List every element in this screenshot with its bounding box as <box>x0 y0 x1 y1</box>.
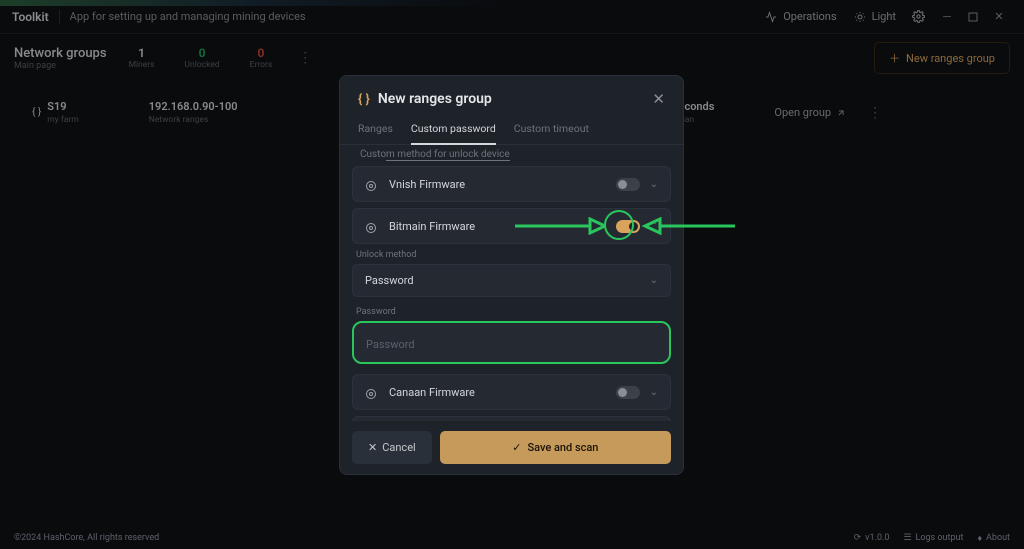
section-label: Custom method for unlock device <box>352 145 671 166</box>
braces-icon: { } <box>358 92 370 107</box>
chevron-down-icon: ⌄ <box>650 275 658 286</box>
chevron-up-icon[interactable]: ⌃ <box>650 221 658 232</box>
password-label: Password <box>356 307 667 317</box>
toggle-canaan[interactable] <box>616 386 640 399</box>
footer: ©2024 HashCore, All rights reserved ⟳ v1… <box>0 527 1024 549</box>
gear-icon <box>365 219 379 233</box>
save-label: Save and scan <box>527 441 598 454</box>
copyright: ©2024 HashCore, All rights reserved <box>14 533 159 543</box>
firmware-row-vnish[interactable]: Vnish Firmware ⌄ <box>352 166 671 202</box>
close-icon: ✕ <box>368 441 377 454</box>
chevron-down-icon[interactable]: ⌄ <box>650 387 658 398</box>
toggle-vnish[interactable] <box>616 178 640 191</box>
modal-close-button[interactable]: ✕ <box>652 90 665 108</box>
version-label: ⟳ v1.0.0 <box>854 533 890 543</box>
firmware-name: Vnish Firmware <box>389 178 606 191</box>
firmware-row-bitmain[interactable]: Bitmain Firmware ⌃ <box>352 208 671 244</box>
check-icon: ✓ <box>512 441 521 454</box>
modal-title: New ranges group <box>378 91 645 107</box>
gear-icon <box>365 385 379 399</box>
firmware-row-canaan[interactable]: Canaan Firmware ⌄ <box>352 374 671 410</box>
save-and-scan-button[interactable]: ✓ Save and scan <box>440 431 671 464</box>
firmware-name: Bitmain Firmware <box>389 220 606 233</box>
password-input-wrapper <box>352 321 671 364</box>
unlock-method-label: Unlock method <box>356 250 667 260</box>
chevron-down-icon[interactable]: ⌄ <box>650 179 658 190</box>
password-input[interactable] <box>366 338 657 351</box>
tab-custom-password[interactable]: Custom password <box>411 122 496 145</box>
firmware-name: Canaan Firmware <box>389 386 606 399</box>
about-button[interactable]: ♦ About <box>977 533 1010 544</box>
logs-output-button[interactable]: ☰ Logs output <box>903 533 963 543</box>
unlock-method-select[interactable]: Password ⌄ <box>352 264 671 297</box>
cancel-label: Cancel <box>382 441 415 454</box>
new-ranges-modal: { } New ranges group ✕ Ranges Custom pas… <box>339 75 684 475</box>
tab-ranges[interactable]: Ranges <box>358 122 393 144</box>
gear-icon <box>365 177 379 191</box>
tab-custom-timeout[interactable]: Custom timeout <box>514 122 589 144</box>
unlock-method-value: Password <box>365 274 650 287</box>
toggle-bitmain[interactable] <box>616 220 640 233</box>
cancel-button[interactable]: ✕ Cancel <box>352 431 432 464</box>
